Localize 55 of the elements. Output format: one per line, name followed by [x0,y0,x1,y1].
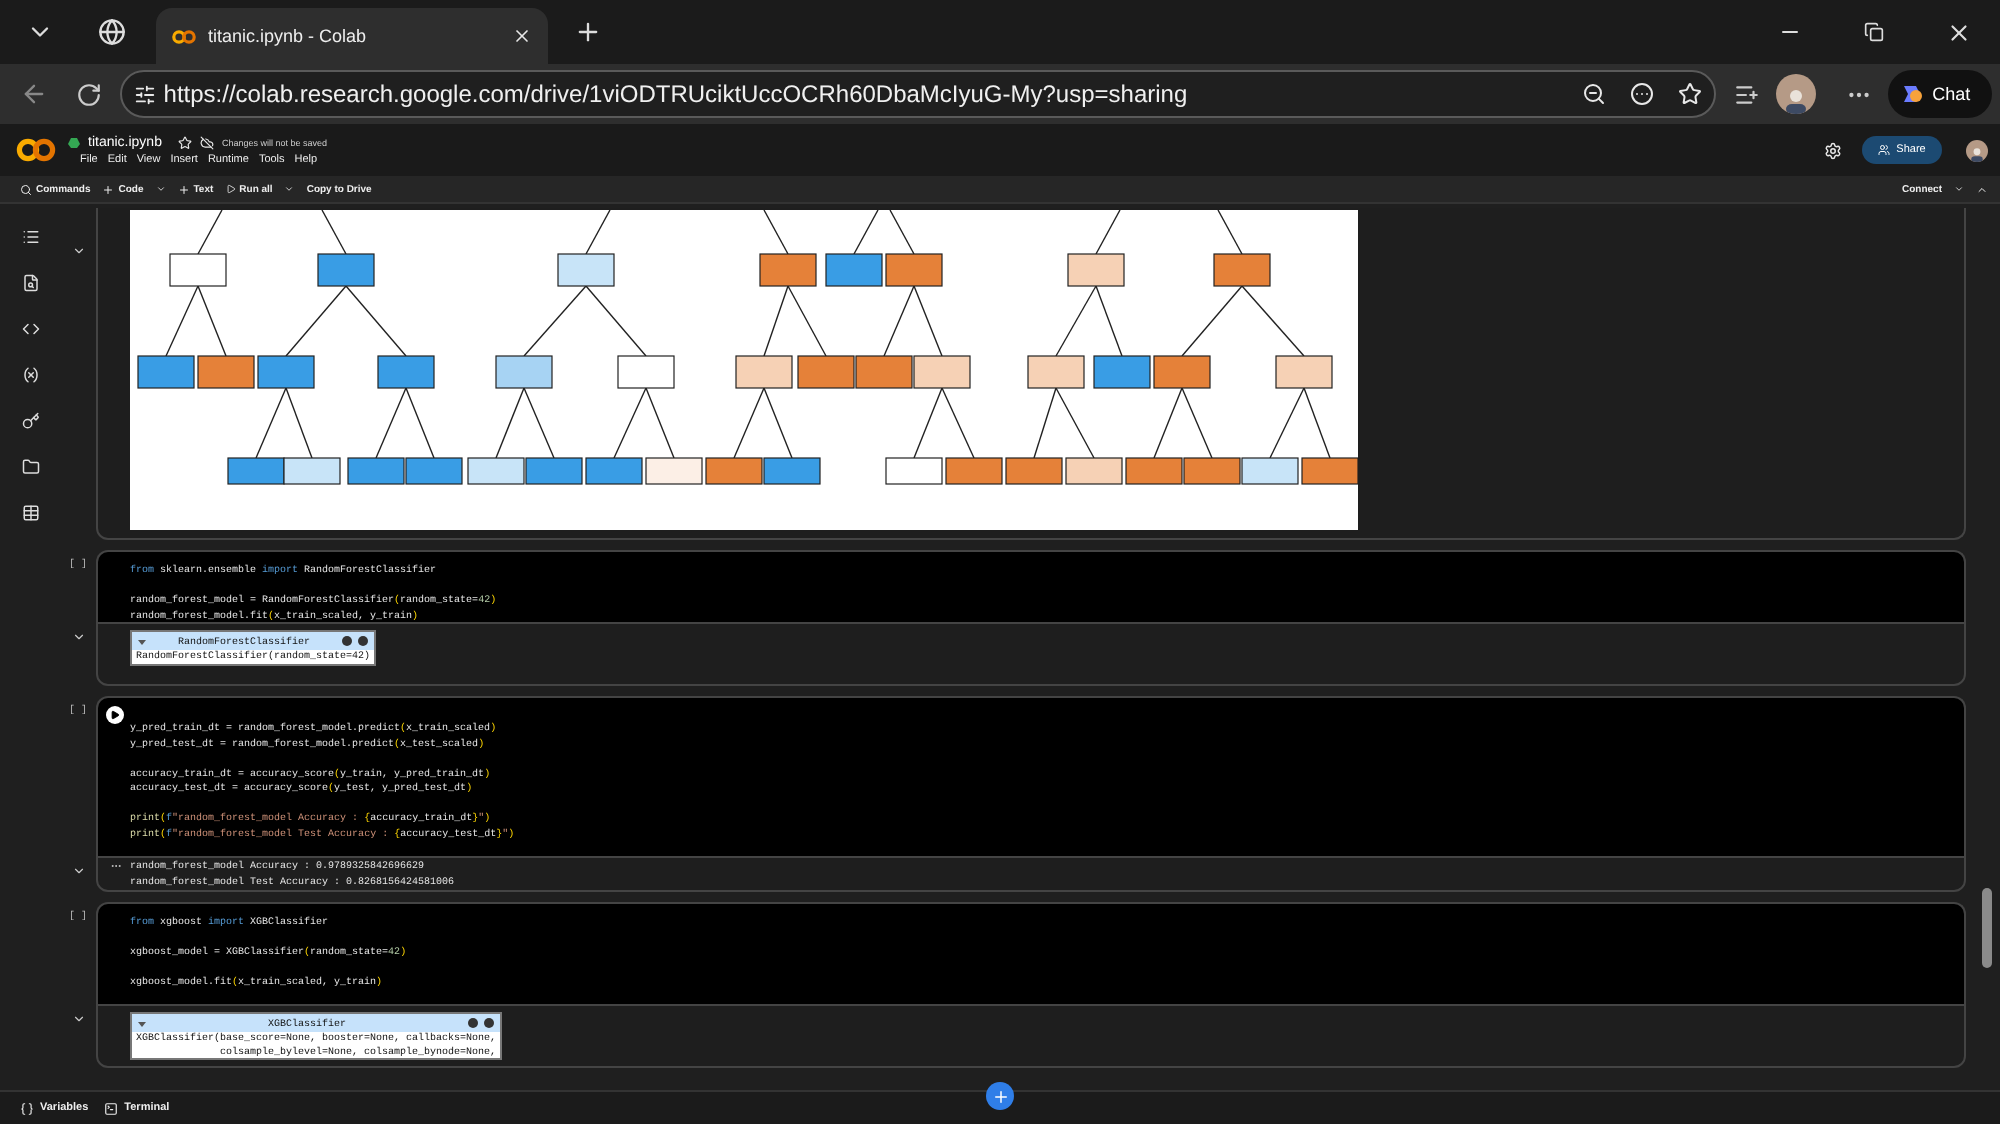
zoom-out-icon[interactable] [1582,82,1607,106]
table-icon[interactable] [21,503,39,521]
caret-icon[interactable] [1954,184,1964,194]
plus-icon [991,1087,1009,1105]
chevron-up-icon[interactable] [1976,183,1988,195]
ellipsis-circle-icon[interactable] [1630,82,1655,106]
restore-icon[interactable] [1864,22,1884,42]
find-icon[interactable] [21,273,39,291]
tab-title: titanic.ipynb - Colab [208,26,369,46]
close-icon[interactable] [1945,19,1971,45]
run-button[interactable] [106,706,124,724]
key-icon[interactable] [21,411,39,429]
globe-icon[interactable] [98,18,126,46]
scrollbar-thumb[interactable] [1981,888,1991,968]
star-icon[interactable] [177,135,192,149]
settings-icon[interactable] [1824,141,1842,159]
drive-icon [68,137,80,147]
favorites-icon[interactable] [1733,81,1760,107]
add-button[interactable] [986,1082,1014,1110]
code-cell[interactable] [96,696,1966,856]
code-icon[interactable] [21,319,39,337]
braces-icon [20,1101,34,1115]
triangle-icon [138,1019,146,1027]
cloud-off-icon [199,135,214,149]
triangle-icon [138,637,146,645]
table-of-contents-icon[interactable] [21,227,39,245]
search-icon [20,183,32,195]
person-icon [1784,86,1809,114]
star-icon[interactable] [1678,82,1703,106]
caret-icon[interactable] [155,184,166,194]
site-info-icon[interactable] [133,83,156,105]
close-tab-icon[interactable] [512,26,532,46]
colab-logo-icon [172,29,196,43]
play-icon [110,710,120,720]
plus-icon [177,183,190,195]
caret-icon[interactable] [284,184,295,194]
people-icon [1878,144,1891,156]
colab-logo-icon[interactable] [16,138,56,162]
collapse-chevron-icon[interactable] [71,864,85,878]
collapse-chevron-icon[interactable] [71,630,85,644]
play-icon [225,184,236,194]
variable-icon[interactable] [21,365,39,383]
collapse-chevron-icon[interactable] [71,1012,85,1026]
plus-icon [102,183,115,195]
terminal-icon [104,1101,119,1115]
person-icon [1970,145,1984,161]
chat-button[interactable]: Chat [1888,70,1992,118]
new-tab-icon[interactable] [574,18,602,46]
reload-icon[interactable] [76,81,103,107]
profile-avatar[interactable] [1966,139,1988,161]
profile-avatar[interactable] [1776,74,1817,114]
browser-tab[interactable]: titanic.ipynb - Colab [156,8,548,64]
folder-icon[interactable] [21,457,39,475]
address-field[interactable]: https://colab.research.google.com/drive/1viODTRUciktUccOCRh60DbaMcIyuG-My?usp=sharing [119,70,1717,118]
collapse-chevron-icon[interactable] [71,244,85,258]
